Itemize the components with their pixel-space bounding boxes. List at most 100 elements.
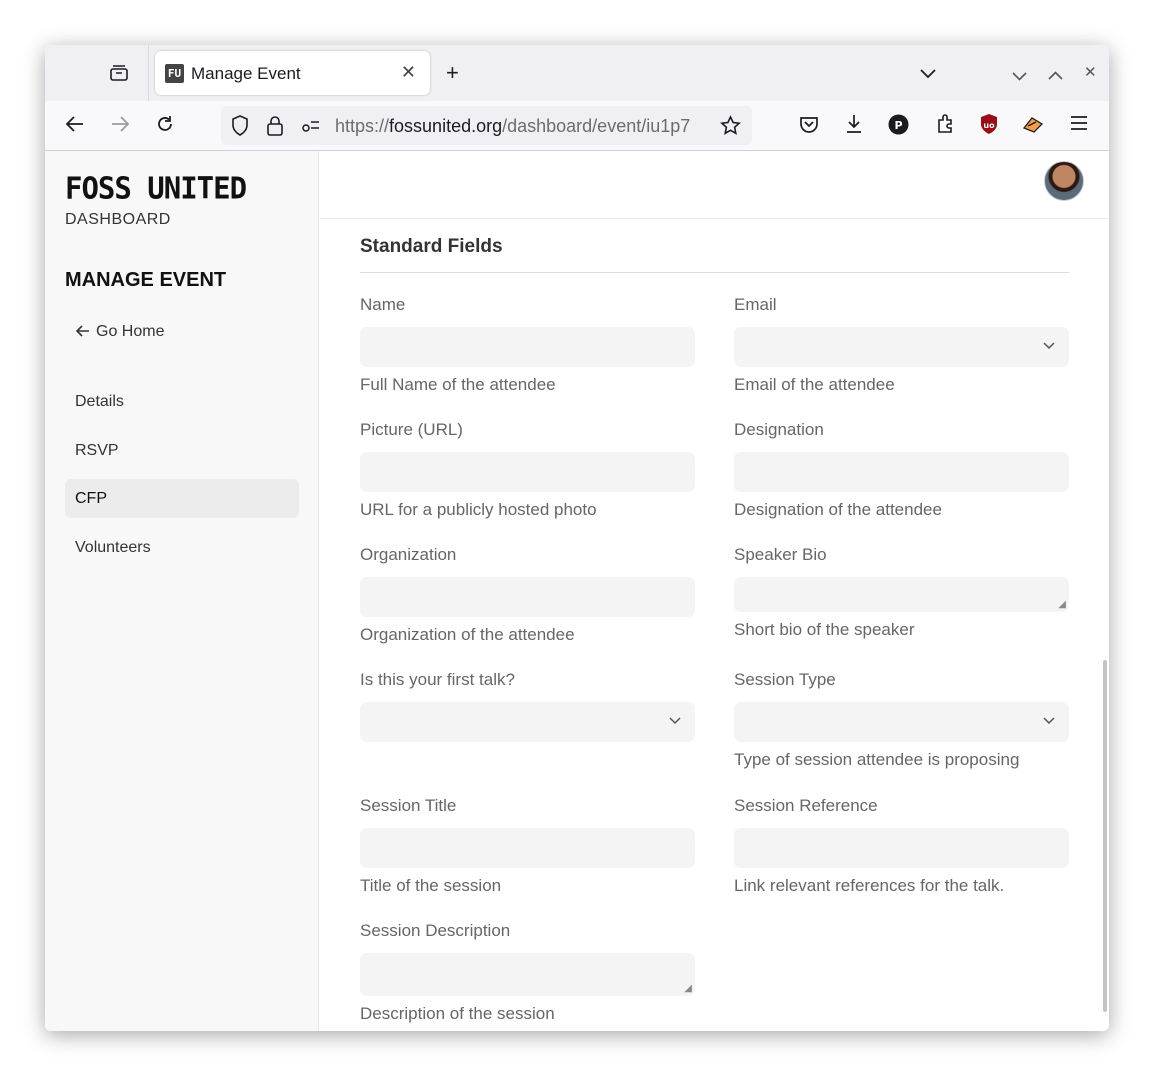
field-session-reference: Session Reference Link relevant referenc… <box>734 796 1069 896</box>
field-session-type: Session Type Type of session attendee is… <box>734 670 1069 770</box>
foss-united-logo[interactable]: FOSS UNITED <box>65 170 247 206</box>
field-label: Picture (URL) <box>360 420 463 439</box>
session-reference-input[interactable] <box>734 828 1069 868</box>
tab-sidebar-area <box>45 45 149 101</box>
close-icon[interactable]: ✕ <box>401 62 416 83</box>
main-content: Standard Fields Name Full Name of the at… <box>320 220 1109 1031</box>
organization-input[interactable] <box>360 577 695 617</box>
sidebar: FOSS UNITED DASHBOARD MANAGE EVENT Go Ho… <box>45 151 319 1031</box>
field-session-description: Session Description ◢ Description of the… <box>360 921 695 1024</box>
field-name: Name Full Name of the attendee <box>360 295 695 395</box>
chevron-down-icon <box>669 713 681 728</box>
minimize-icon[interactable] <box>1012 66 1027 84</box>
url-prefix: https:// <box>335 116 390 136</box>
sidebar-item-rsvp[interactable]: RSVP <box>65 431 299 470</box>
maximize-icon[interactable] <box>1048 66 1063 84</box>
field-help: Link relevant references for the talk. <box>734 876 1005 895</box>
permissions-icon[interactable] <box>301 118 321 137</box>
field-picture-url: Picture (URL) URL for a publicly hosted … <box>360 420 695 520</box>
field-label: Session Description <box>360 921 511 940</box>
section-divider <box>360 272 1069 273</box>
back-icon[interactable] <box>65 115 85 136</box>
field-help: Title of the session <box>360 876 502 895</box>
field-label: Designation <box>734 420 824 439</box>
field-label: Session Title <box>360 796 457 815</box>
name-input[interactable] <box>360 327 695 367</box>
url-domain: fossunited.org <box>389 116 503 136</box>
field-help: Short bio of the speaker <box>734 620 915 639</box>
field-label: Is this your first talk? <box>360 670 515 689</box>
field-help: Designation of the attendee <box>734 500 942 519</box>
url-path: /dashboard/event/iu1p7 <box>502 116 691 136</box>
resize-handle-icon[interactable]: ◢ <box>684 983 692 994</box>
field-speaker-bio: Speaker Bio ◢ Short bio of the speaker <box>734 545 1069 640</box>
first-talk-select[interactable] <box>360 702 695 742</box>
sidebar-item-cfp[interactable]: CFP <box>65 479 299 518</box>
section-title: Standard Fields <box>360 236 503 257</box>
designation-input[interactable] <box>734 452 1069 492</box>
ublock-icon[interactable]: uo <box>979 113 999 138</box>
field-label: Session Type <box>734 670 836 689</box>
url-text: https://fossunited.org/dashboard/event/i… <box>335 116 713 137</box>
field-help: Full Name of the attendee <box>360 375 556 394</box>
field-email: Email Email of the attendee <box>734 295 1069 395</box>
tab-overview-icon[interactable] <box>109 64 129 85</box>
svg-text:uo: uo <box>983 121 995 130</box>
profile-p-icon[interactable]: P <box>888 114 909 138</box>
dashboard-subtitle: DASHBOARD <box>65 211 171 228</box>
field-label: Email <box>734 295 777 314</box>
chevron-down-icon <box>1043 713 1055 728</box>
go-home-link[interactable]: Go Home <box>75 323 164 343</box>
field-help: Organization of the attendee <box>360 625 575 644</box>
field-help: Description of the session <box>360 1004 555 1023</box>
pocket-icon[interactable] <box>799 115 819 136</box>
tab-title: Manage Event <box>191 64 301 83</box>
extension-icon[interactable] <box>1022 114 1044 137</box>
extensions-icon[interactable] <box>935 113 955 137</box>
resize-handle-icon[interactable]: ◢ <box>1058 599 1066 610</box>
lock-icon[interactable] <box>266 115 284 139</box>
bookmark-star-icon[interactable] <box>720 115 741 139</box>
field-label: Session Reference <box>734 796 878 815</box>
field-session-title: Session Title Title of the session <box>360 796 695 896</box>
top-bar <box>320 151 1109 219</box>
chevron-down-icon <box>1043 338 1055 353</box>
speaker-bio-textarea[interactable]: ◢ <box>734 577 1069 612</box>
field-label: Organization <box>360 545 457 564</box>
field-designation: Designation Designation of the attendee <box>734 420 1069 520</box>
manage-event-heading: MANAGE EVENT <box>65 269 227 291</box>
avatar[interactable] <box>1044 161 1084 201</box>
email-select[interactable] <box>734 327 1069 367</box>
svg-text:P: P <box>894 119 902 132</box>
browser-window: FU Manage Event ✕ + ✕ https://fossunited… <box>45 45 1109 1031</box>
reload-icon[interactable] <box>155 114 175 137</box>
app-page: FOSS UNITED DASHBOARD MANAGE EVENT Go Ho… <box>45 151 1109 1031</box>
field-label: Speaker Bio <box>734 545 827 564</box>
session-description-textarea[interactable]: ◢ <box>360 953 695 996</box>
navigation-bar: https://fossunited.org/dashboard/event/i… <box>45 101 1109 151</box>
picture-url-input[interactable] <box>360 452 695 492</box>
sidebar-item-details[interactable]: Details <box>65 382 299 421</box>
shield-icon[interactable] <box>231 115 249 139</box>
tab-favicon: FU <box>165 64 184 83</box>
tab-bar: FU Manage Event ✕ + ✕ <box>45 45 1109 101</box>
list-tabs-icon[interactable] <box>919 64 937 82</box>
session-title-input[interactable] <box>360 828 695 868</box>
forward-icon[interactable] <box>110 115 130 136</box>
active-tab[interactable]: FU Manage Event ✕ <box>155 51 430 95</box>
sidebar-item-volunteers[interactable]: Volunteers <box>65 528 299 567</box>
session-type-select[interactable] <box>734 702 1069 742</box>
field-label: Name <box>360 295 406 314</box>
arrow-left-icon <box>75 324 90 343</box>
download-icon[interactable] <box>844 113 864 137</box>
new-tab-icon[interactable]: + <box>446 62 459 84</box>
field-help: Type of session attendee is proposing <box>734 750 1020 769</box>
go-home-label: Go Home <box>96 323 165 340</box>
window-close-icon[interactable]: ✕ <box>1084 65 1097 80</box>
url-bar[interactable]: https://fossunited.org/dashboard/event/i… <box>221 106 752 145</box>
scrollbar[interactable] <box>1103 660 1107 1012</box>
field-help: URL for a publicly hosted photo <box>360 500 597 519</box>
field-first-talk: Is this your first talk? <box>360 670 695 742</box>
menu-icon[interactable] <box>1070 115 1088 134</box>
field-help: Email of the attendee <box>734 375 895 394</box>
